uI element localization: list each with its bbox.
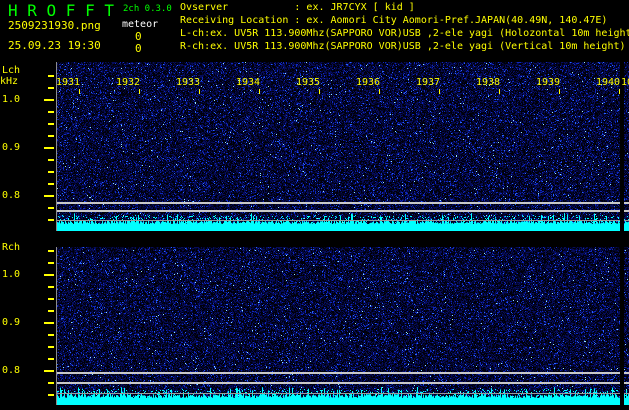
freq-tick-label: 0.9 — [2, 142, 21, 153]
hrofft-screen: H R O F F T 2ch 0.3.0 2509231930.png 25.… — [0, 0, 629, 410]
time-minute-tick — [139, 89, 140, 94]
time-minute-tick — [319, 89, 320, 94]
time-label-fragment: 10 — [621, 77, 629, 88]
freq-tick-label: 0.8 — [2, 365, 21, 376]
app-title: H R O F F T — [8, 1, 114, 20]
freq-minor-tick — [48, 334, 54, 336]
time-label: 1936 — [356, 77, 381, 88]
time-minute-tick — [199, 89, 200, 94]
time-label: 1933 — [176, 77, 201, 88]
freq-minor-tick — [48, 207, 54, 209]
time-minute-tick — [259, 89, 260, 94]
time-minute-tick — [379, 89, 380, 94]
time-label: 1935 — [296, 77, 321, 88]
header-observer-line: Ovserver : ex. JR7CYX [ kid ] — [180, 2, 415, 13]
freq-tick-label: 0.8 — [2, 190, 21, 201]
freq-minor-tick — [48, 286, 54, 288]
meteor-counter-label: meteor — [122, 19, 159, 30]
freq-minor-tick — [48, 262, 54, 264]
freq-minor-tick — [48, 87, 54, 89]
time-minute-tick — [619, 89, 620, 94]
meteor-count-rch: 0 — [135, 42, 142, 55]
freq-major-tick — [44, 195, 54, 197]
timestamp: 25.09.23 19:30 — [8, 39, 101, 52]
time-label: 1932 — [116, 77, 141, 88]
app-version: 2ch 0.3.0 — [123, 4, 172, 14]
freq-minor-tick — [48, 111, 54, 113]
freq-major-tick — [44, 147, 54, 149]
freq-major-tick — [44, 370, 54, 372]
freq-major-tick — [44, 322, 54, 324]
time-label: 1939 — [536, 77, 561, 88]
freq-tick-label: 1.0 — [2, 94, 21, 105]
meteor-count-lch: 0 — [135, 30, 142, 43]
freq-minor-tick — [48, 159, 54, 161]
freq-major-tick — [44, 99, 54, 101]
time-minute-tick — [439, 89, 440, 94]
rch-label: Rch — [2, 242, 21, 253]
freq-minor-tick — [48, 75, 54, 77]
time-label: 1940 — [596, 77, 621, 88]
freq-minor-tick — [48, 171, 54, 173]
time-minute-tick — [79, 89, 80, 94]
time-label: 1934 — [236, 77, 261, 88]
output-filename: 2509231930.png — [8, 19, 101, 32]
freq-minor-tick — [48, 358, 54, 360]
freq-major-tick — [44, 274, 54, 276]
freq-minor-tick — [48, 382, 54, 384]
time-minute-tick — [499, 89, 500, 94]
lch-label: Lch — [2, 65, 21, 76]
time-label: 1931 — [56, 77, 81, 88]
header-location-line: Receiving Location : ex. Aomori City Aom… — [180, 15, 608, 26]
freq-minor-tick — [48, 298, 54, 300]
freq-minor-tick — [48, 135, 54, 137]
freq-minor-tick — [48, 394, 54, 396]
time-minute-tick — [559, 89, 560, 94]
freq-tick-label: 1.0 — [2, 269, 21, 280]
rch-spectrogram — [56, 247, 629, 405]
freq-minor-tick — [48, 219, 54, 221]
freq-minor-tick — [48, 346, 54, 348]
time-label: 1937 — [416, 77, 441, 88]
freq-minor-tick — [48, 310, 54, 312]
header-rch-line: R-ch:ex. UV5R 113.900Mhz(SAPPORO VOR)USB… — [180, 41, 626, 52]
khz-unit-label: kHz — [0, 76, 19, 87]
freq-minor-tick — [48, 123, 54, 125]
freq-minor-tick — [48, 250, 54, 252]
freq-tick-label: 0.9 — [2, 317, 21, 328]
header-lch-line: L-ch:ex. UV5R 113.900Mhz(SAPPORO VOR)USB… — [180, 28, 629, 39]
freq-minor-tick — [48, 183, 54, 185]
time-label: 1938 — [476, 77, 501, 88]
